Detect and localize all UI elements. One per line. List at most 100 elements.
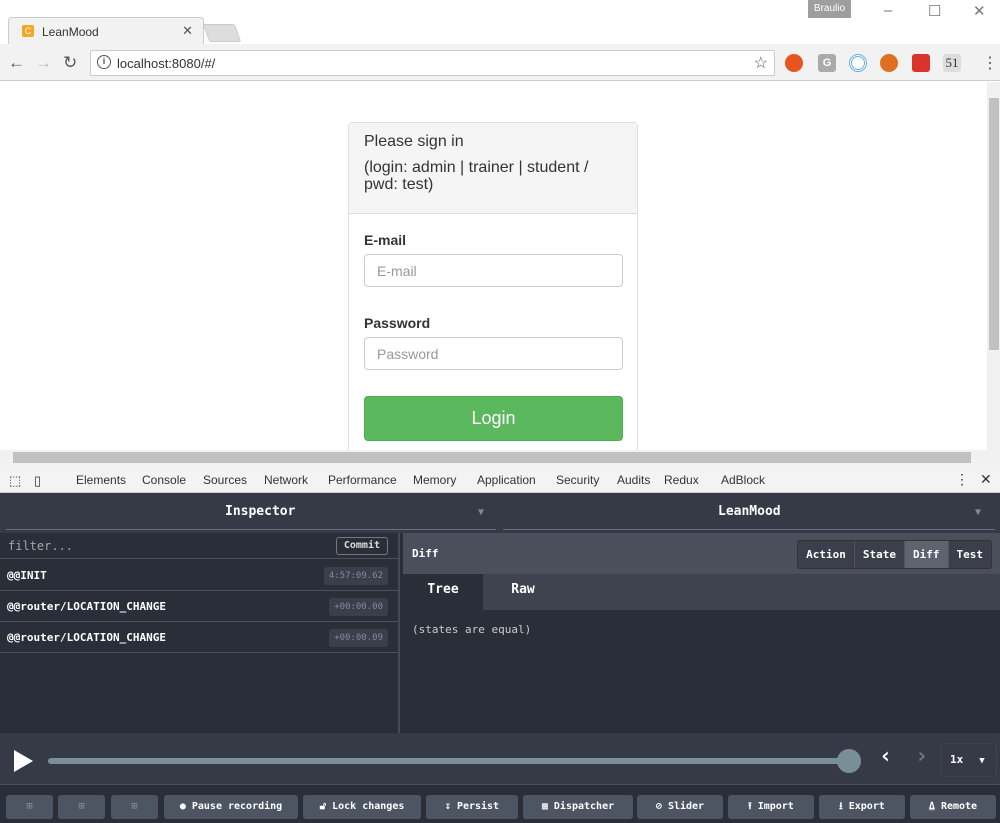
opera-extension-icon[interactable] bbox=[785, 54, 803, 72]
target-extension-icon[interactable] bbox=[849, 54, 867, 72]
pin-icon: ↧ bbox=[444, 801, 457, 812]
profile-badge[interactable]: Braulio bbox=[808, 0, 851, 18]
new-tab-button[interactable] bbox=[202, 24, 242, 42]
segment-state[interactable]: State bbox=[853, 541, 904, 568]
redux-header: Inspector ▼ LeanMood ▼ bbox=[0, 493, 1000, 533]
tab-application[interactable]: Application bbox=[477, 473, 536, 487]
play-icon[interactable] bbox=[14, 750, 33, 772]
inspector-pane: Diff Action State Diff Test Tree Raw (st… bbox=[403, 533, 1000, 733]
chevron-down-icon[interactable]: ▼ bbox=[975, 507, 981, 518]
action-time: +00:00.00 bbox=[329, 598, 388, 616]
pause-icon: ● bbox=[179, 801, 192, 812]
signin-heading: Please sign in bbox=[364, 133, 464, 150]
panel-title: Diff bbox=[412, 547, 439, 560]
keyboard-icon: ▦ bbox=[541, 801, 554, 812]
persist-button[interactable]: ↧ Persist bbox=[426, 795, 518, 819]
lifebuoy-extension-icon[interactable] bbox=[880, 54, 898, 72]
view-segmented-control: Action State Diff Test bbox=[797, 540, 992, 569]
close-tab-icon[interactable]: ✕ bbox=[182, 23, 193, 39]
title-bar: C LeanMood ✕ Braulio – ☐ ✕ bbox=[0, 0, 1000, 45]
action-item[interactable]: @@INIT 4:57:09.62 bbox=[0, 560, 398, 591]
back-icon[interactable]: ← bbox=[8, 53, 25, 73]
password-label: Password bbox=[364, 315, 431, 331]
email-label: E-mail bbox=[364, 232, 407, 248]
menu-icon[interactable]: ⋮ bbox=[982, 53, 998, 73]
tab-title: LeanMood bbox=[42, 25, 99, 39]
lock-icon: 🔓︎ bbox=[319, 801, 333, 812]
dock-left-button[interactable]: ⊞ bbox=[6, 795, 53, 819]
dispatcher-button[interactable]: ▦ Dispatcher bbox=[523, 795, 633, 819]
download-icon: ⭳ bbox=[839, 801, 849, 812]
antenna-icon: ⍙ bbox=[928, 801, 941, 812]
info-icon[interactable]: i bbox=[97, 55, 111, 69]
segment-action[interactable]: Action bbox=[798, 541, 854, 568]
filter-input[interactable]: filter... Commit bbox=[0, 533, 398, 559]
vertical-scroll-thumb[interactable] bbox=[989, 98, 999, 350]
login-button[interactable]: Login bbox=[364, 396, 623, 441]
horizontal-scroll-thumb[interactable] bbox=[13, 452, 971, 463]
redux-devtools: Inspector ▼ LeanMood ▼ filter... Commit … bbox=[0, 493, 1000, 823]
password-input[interactable] bbox=[364, 337, 623, 370]
pause-recording-button[interactable]: ● Pause recording bbox=[164, 795, 298, 819]
remote-button[interactable]: ⍙ Remote bbox=[910, 795, 996, 819]
lock-changes-button[interactable]: 🔓︎ Lock changes bbox=[303, 795, 421, 819]
bottom-buttons: ⊞ ⊞ ⊞ ● Pause recording 🔓︎ Lock changes … bbox=[0, 793, 1000, 823]
address-bar[interactable]: i localhost:8080/#/ ☆ bbox=[90, 50, 775, 76]
upload-icon: ⭱ bbox=[748, 801, 758, 812]
login-card: Please sign in (login: admin | trainer |… bbox=[348, 122, 638, 450]
action-item[interactable]: @@router/LOCATION_CHANGE +00:00.09 bbox=[0, 622, 398, 653]
action-item[interactable]: @@router/LOCATION_CHANGE +00:00.00 bbox=[0, 591, 398, 622]
more-icon[interactable]: ⋮ bbox=[955, 471, 969, 488]
next-icon[interactable]: › bbox=[915, 744, 928, 769]
speed-select[interactable]: 1x ▼ bbox=[941, 743, 997, 777]
tab-security[interactable]: Security bbox=[556, 473, 599, 487]
segment-test[interactable]: Test bbox=[947, 541, 991, 568]
forward-icon[interactable]: → bbox=[35, 53, 52, 73]
previous-icon[interactable]: ‹ bbox=[879, 744, 892, 769]
maximize-icon[interactable]: ☐ bbox=[928, 2, 941, 20]
commit-button[interactable]: Commit bbox=[335, 537, 388, 555]
email-input[interactable] bbox=[364, 254, 623, 287]
tab-sources[interactable]: Sources bbox=[203, 473, 247, 487]
import-button[interactable]: ⭱ Import bbox=[728, 795, 814, 819]
dock-right-button[interactable]: ⊞ bbox=[58, 795, 105, 819]
action-list: filter... Commit @@INIT 4:57:09.62 @@rout… bbox=[0, 533, 400, 733]
tab-performance[interactable]: Performance bbox=[328, 473, 397, 487]
slider-handle[interactable] bbox=[837, 749, 861, 773]
dock-bottom-button[interactable]: ⊞ bbox=[111, 795, 158, 819]
g-extension-icon[interactable]: G bbox=[818, 54, 836, 72]
inspect-icon[interactable]: ⬚ bbox=[9, 473, 21, 489]
chevron-down-icon[interactable]: ▼ bbox=[478, 507, 484, 518]
store-select[interactable]: LeanMood bbox=[718, 504, 781, 519]
subtabs: Tree Raw bbox=[403, 574, 1000, 610]
timeline-slider[interactable] bbox=[48, 758, 848, 764]
51-extension-icon[interactable]: 51 bbox=[943, 54, 961, 72]
segment-diff[interactable]: Diff bbox=[904, 541, 948, 568]
tab-redux[interactable]: Redux bbox=[660, 473, 703, 495]
tab-tree[interactable]: Tree bbox=[403, 574, 483, 610]
tab-elements[interactable]: Elements bbox=[76, 473, 126, 487]
login-hint: (login: admin | trainer | student / pwd:… bbox=[364, 159, 589, 193]
browser-tab[interactable]: C LeanMood ✕ bbox=[8, 17, 204, 45]
monitor-select[interactable]: Inspector bbox=[225, 504, 295, 519]
export-button[interactable]: ⭳ Export bbox=[819, 795, 905, 819]
star-icon[interactable]: ☆ bbox=[754, 53, 768, 73]
minimize-icon[interactable]: – bbox=[884, 2, 892, 19]
tab-memory[interactable]: Memory bbox=[413, 473, 456, 487]
close-window-icon[interactable]: ✕ bbox=[973, 2, 986, 20]
action-time: 4:57:09.62 bbox=[323, 567, 388, 585]
reload-icon[interactable]: ↻ bbox=[63, 53, 77, 73]
tab-console[interactable]: Console bbox=[142, 473, 186, 487]
tab-raw[interactable]: Raw bbox=[483, 574, 563, 610]
close-devtools-icon[interactable]: ✕ bbox=[980, 471, 992, 488]
tab-network[interactable]: Network bbox=[264, 473, 308, 487]
page-viewport: Please sign in (login: admin | trainer |… bbox=[0, 82, 987, 450]
tab-adblock[interactable]: AdBlock bbox=[721, 473, 765, 487]
red-extension-icon[interactable] bbox=[912, 54, 930, 72]
tab-audits[interactable]: Audits bbox=[617, 473, 650, 487]
filter-placeholder: filter... bbox=[8, 539, 74, 553]
slider-button[interactable]: ⊘ Slider bbox=[637, 795, 723, 819]
devtools-tabbar: ⬚ ▯ Elements Console Sources Network Per… bbox=[0, 466, 1000, 495]
device-icon[interactable]: ▯ bbox=[34, 473, 41, 489]
card-header: Please sign in (login: admin | trainer |… bbox=[349, 123, 637, 214]
